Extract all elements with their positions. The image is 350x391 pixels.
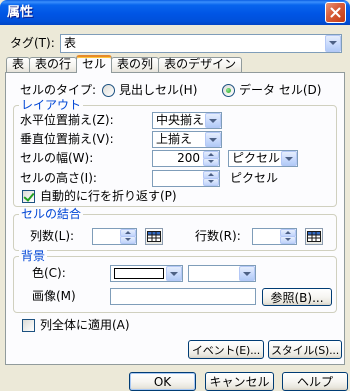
close-button[interactable] [325, 2, 346, 23]
image-label: 画像(M) [32, 289, 76, 303]
spinner-buttons [280, 229, 296, 244]
data-cell-radio[interactable]: データ セル(D) [222, 83, 321, 98]
window-title: 属性 [7, 5, 34, 20]
apply-to-column-label[interactable]: 列全体に適用(A) [40, 318, 130, 333]
spinner-buttons [120, 229, 136, 244]
tab-cell[interactable]: セル [76, 55, 113, 73]
cell-type-label: セルのタイプ: [20, 83, 97, 97]
background-group-title: 背景 [19, 249, 48, 264]
style-button[interactable]: スタイル(S)... [268, 340, 342, 359]
spin-down-icon[interactable] [203, 178, 219, 186]
columns-grid-button[interactable] [145, 228, 163, 245]
chevron-down-icon[interactable] [281, 151, 297, 166]
header-cell-radio[interactable]: 見出しセル(H) [102, 83, 197, 98]
cell-height-unit-label: ピクセル [230, 171, 279, 185]
horizontal-align-value: 中央揃え [156, 113, 205, 127]
columns-spinner[interactable] [92, 228, 137, 245]
data-cell-radio-label[interactable]: データ セル(D) [239, 83, 321, 98]
cell-height-label: セルの高さ(I): [20, 171, 97, 185]
help-button[interactable]: ヘルプ [282, 372, 348, 391]
cell-height-spinner[interactable] [152, 170, 220, 187]
color-name-select[interactable] [188, 265, 256, 282]
color-label: 色(C): [32, 266, 66, 280]
color-swatch-select[interactable] [110, 265, 183, 282]
apply-to-column-checkbox[interactable]: 列全体に適用(A) [22, 318, 130, 333]
radio-button[interactable] [102, 84, 115, 97]
cell-width-unit-select[interactable]: ピクセル [228, 150, 298, 167]
rows-grid-button[interactable] [305, 228, 323, 245]
checkbox-box[interactable] [22, 319, 35, 332]
color-swatch [114, 268, 164, 279]
checkbox-box[interactable] [22, 190, 35, 203]
cancel-button[interactable]: キャンセル [205, 372, 274, 391]
merge-group-title: セルの結合 [19, 207, 84, 222]
cell-width-unit-value: ピクセル [232, 151, 281, 165]
wrap-text-checkbox[interactable]: 自動的に行を折り返す(P) [22, 189, 177, 204]
grid-icon [307, 231, 321, 242]
radio-button[interactable] [222, 84, 235, 97]
horizontal-align-select[interactable]: 中央揃え [152, 112, 222, 129]
tag-select-value: 表 [64, 36, 77, 50]
header-cell-radio-label[interactable]: 見出しセル(H) [119, 83, 197, 98]
spin-down-icon[interactable] [203, 158, 219, 166]
tab-table-row[interactable]: 表の行 [29, 57, 78, 72]
vertical-align-select[interactable]: 上揃え [152, 131, 222, 148]
spinner-buttons [203, 171, 219, 186]
close-icon [330, 7, 341, 18]
tag-select[interactable]: 表 [60, 34, 342, 53]
events-button[interactable]: イベント(E)... [188, 340, 264, 359]
chevron-down-icon[interactable] [166, 266, 182, 281]
spin-down-icon[interactable] [280, 236, 296, 244]
ok-button[interactable]: OK [129, 372, 196, 391]
chevron-down-icon[interactable] [325, 35, 341, 52]
rows-spinner[interactable] [252, 228, 297, 245]
layout-group-title: レイアウト [19, 98, 84, 113]
cell-width-spinner[interactable]: 200 [152, 150, 220, 167]
wrap-text-label[interactable]: 自動的に行を折り返す(P) [40, 189, 177, 204]
chevron-down-icon[interactable] [205, 113, 221, 128]
vertical-align-label: 垂直位置揃え(V): [20, 132, 114, 146]
browse-button[interactable]: 参照(B)... [262, 288, 332, 306]
cell-tab-panel: セルのタイプ: 見出しセル(H) データ セル(D) レイアウト 水平位置揃え(… [5, 72, 345, 365]
title-bar[interactable]: 属性 [0, 0, 350, 25]
cell-width-label: セルの幅(W): [20, 151, 94, 165]
rows-label: 行数(R): [195, 229, 241, 243]
chevron-down-icon[interactable] [205, 132, 221, 147]
cell-width-value: 200 [177, 151, 200, 165]
vertical-align-value: 上揃え [156, 132, 193, 146]
spinner-buttons [203, 151, 219, 166]
spin-down-icon[interactable] [120, 236, 136, 244]
image-path-input[interactable] [110, 288, 256, 305]
columns-label: 列数(L): [30, 229, 75, 243]
tab-table[interactable]: 表 [6, 57, 31, 72]
chevron-down-icon[interactable] [239, 266, 255, 281]
tab-table-column[interactable]: 表の列 [111, 57, 160, 72]
tab-bar: 表 表の行 セル 表の列 表のデザイン [6, 55, 243, 73]
tab-table-design[interactable]: 表のデザイン [158, 57, 243, 72]
tag-label: タグ(T): [10, 36, 55, 50]
horizontal-align-label: 水平位置揃え(Z): [20, 113, 114, 127]
grid-icon [147, 231, 161, 242]
